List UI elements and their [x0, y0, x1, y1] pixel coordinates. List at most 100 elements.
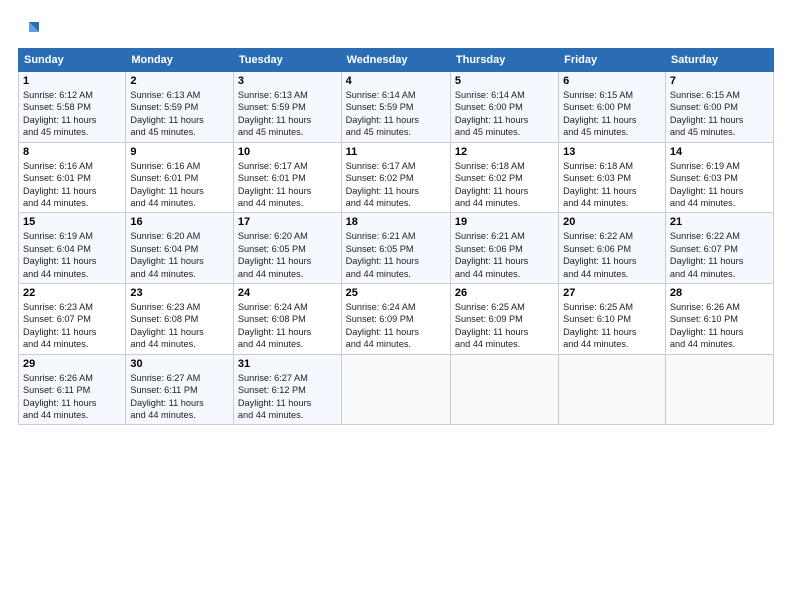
- day-number: 15: [23, 216, 121, 228]
- calendar-cell: 10 Sunrise: 6:17 AM Sunset: 6:01 PM Dayli…: [233, 142, 341, 213]
- calendar-cell: 4 Sunrise: 6:14 AM Sunset: 5:59 PM Daylig…: [341, 72, 450, 143]
- calendar-header-cell: Sunday: [19, 49, 126, 72]
- calendar-cell: 12 Sunrise: 6:18 AM Sunset: 6:02 PM Dayli…: [450, 142, 558, 213]
- calendar-header-cell: Tuesday: [233, 49, 341, 72]
- calendar-cell: 26 Sunrise: 6:25 AM Sunset: 6:09 PM Dayli…: [450, 284, 558, 355]
- calendar-cell: 3 Sunrise: 6:13 AM Sunset: 5:59 PM Daylig…: [233, 72, 341, 143]
- day-info: Sunrise: 6:13 AM Sunset: 5:59 PM Dayligh…: [130, 89, 229, 139]
- day-number: 19: [455, 216, 554, 228]
- day-info: Sunrise: 6:27 AM Sunset: 6:11 PM Dayligh…: [130, 372, 229, 422]
- calendar-cell: 14Sunrise: 6:19 AM Sunset: 6:03 PM Dayli…: [665, 142, 773, 213]
- day-info: Sunrise: 6:21 AM Sunset: 6:06 PM Dayligh…: [455, 230, 554, 280]
- day-info: Sunrise: 6:23 AM Sunset: 6:08 PM Dayligh…: [130, 301, 229, 351]
- calendar-cell: 5Sunrise: 6:14 AM Sunset: 6:00 PM Daylig…: [450, 72, 558, 143]
- day-number: 29: [23, 358, 121, 370]
- day-info: Sunrise: 6:17 AM Sunset: 6:02 PM Dayligh…: [346, 160, 446, 210]
- calendar-cell: [665, 354, 773, 425]
- calendar-cell: 9 Sunrise: 6:16 AM Sunset: 6:01 PM Daylig…: [126, 142, 234, 213]
- day-number: 22: [23, 287, 121, 299]
- calendar-cell: 22Sunrise: 6:23 AM Sunset: 6:07 PM Dayli…: [19, 284, 126, 355]
- logo: [18, 18, 43, 40]
- day-info: Sunrise: 6:21 AM Sunset: 6:05 PM Dayligh…: [346, 230, 446, 280]
- calendar-cell: [559, 354, 666, 425]
- day-number: 9: [130, 146, 229, 158]
- day-number: 7: [670, 75, 769, 87]
- day-info: Sunrise: 6:19 AM Sunset: 6:03 PM Dayligh…: [670, 160, 769, 210]
- day-number: 26: [455, 287, 554, 299]
- day-number: 8: [23, 146, 121, 158]
- calendar-week-row: 29Sunrise: 6:26 AM Sunset: 6:11 PM Dayli…: [19, 354, 774, 425]
- calendar-header-cell: Saturday: [665, 49, 773, 72]
- day-number: 1: [23, 75, 121, 87]
- calendar-cell: 21Sunrise: 6:22 AM Sunset: 6:07 PM Dayli…: [665, 213, 773, 284]
- day-number: 27: [563, 287, 661, 299]
- day-number: 31: [238, 358, 337, 370]
- calendar-header-cell: Monday: [126, 49, 234, 72]
- day-number: 30: [130, 358, 229, 370]
- calendar-cell: 13 Sunrise: 6:18 AM Sunset: 6:03 PM Dayli…: [559, 142, 666, 213]
- calendar-cell: 25 Sunrise: 6:24 AM Sunset: 6:09 PM Dayli…: [341, 284, 450, 355]
- day-info: Sunrise: 6:24 AM Sunset: 6:08 PM Dayligh…: [238, 301, 337, 351]
- day-info: Sunrise: 6:16 AM Sunset: 6:01 PM Dayligh…: [23, 160, 121, 210]
- calendar-cell: 29Sunrise: 6:26 AM Sunset: 6:11 PM Dayli…: [19, 354, 126, 425]
- calendar-cell: 31Sunrise: 6:27 AM Sunset: 6:12 PM Dayli…: [233, 354, 341, 425]
- day-number: 4: [346, 75, 446, 87]
- day-number: 11: [346, 146, 446, 158]
- calendar-cell: 7Sunrise: 6:15 AM Sunset: 6:00 PM Daylig…: [665, 72, 773, 143]
- calendar-cell: [450, 354, 558, 425]
- day-number: 21: [670, 216, 769, 228]
- day-number: 3: [238, 75, 337, 87]
- day-info: Sunrise: 6:16 AM Sunset: 6:01 PM Dayligh…: [130, 160, 229, 210]
- calendar-cell: 17 Sunrise: 6:20 AM Sunset: 6:05 PM Dayli…: [233, 213, 341, 284]
- day-info: Sunrise: 6:15 AM Sunset: 6:00 PM Dayligh…: [563, 89, 661, 139]
- day-info: Sunrise: 6:13 AM Sunset: 5:59 PM Dayligh…: [238, 89, 337, 139]
- day-number: 28: [670, 287, 769, 299]
- day-number: 5: [455, 75, 554, 87]
- day-number: 25: [346, 287, 446, 299]
- day-info: Sunrise: 6:17 AM Sunset: 6:01 PM Dayligh…: [238, 160, 337, 210]
- day-info: Sunrise: 6:18 AM Sunset: 6:03 PM Dayligh…: [563, 160, 661, 210]
- page: SundayMondayTuesdayWednesdayThursdayFrid…: [0, 0, 792, 612]
- calendar-header-row: SundayMondayTuesdayWednesdayThursdayFrid…: [19, 49, 774, 72]
- calendar-cell: 27 Sunrise: 6:25 AM Sunset: 6:10 PM Dayli…: [559, 284, 666, 355]
- day-info: Sunrise: 6:22 AM Sunset: 6:06 PM Dayligh…: [563, 230, 661, 280]
- calendar-cell: 11 Sunrise: 6:17 AM Sunset: 6:02 PM Dayli…: [341, 142, 450, 213]
- day-number: 10: [238, 146, 337, 158]
- calendar-cell: 18 Sunrise: 6:21 AM Sunset: 6:05 PM Dayli…: [341, 213, 450, 284]
- day-number: 18: [346, 216, 446, 228]
- day-number: 23: [130, 287, 229, 299]
- header: [18, 18, 774, 40]
- calendar-cell: 15 Sunrise: 6:19 AM Sunset: 6:04 PM Dayli…: [19, 213, 126, 284]
- day-number: 17: [238, 216, 337, 228]
- day-info: Sunrise: 6:14 AM Sunset: 5:59 PM Dayligh…: [346, 89, 446, 139]
- calendar-cell: 19 Sunrise: 6:21 AM Sunset: 6:06 PM Dayli…: [450, 213, 558, 284]
- calendar-table: SundayMondayTuesdayWednesdayThursdayFrid…: [18, 48, 774, 425]
- day-info: Sunrise: 6:25 AM Sunset: 6:09 PM Dayligh…: [455, 301, 554, 351]
- calendar-cell: 30 Sunrise: 6:27 AM Sunset: 6:11 PM Dayli…: [126, 354, 234, 425]
- calendar-cell: 28 Sunrise: 6:26 AM Sunset: 6:10 PM Dayli…: [665, 284, 773, 355]
- day-info: Sunrise: 6:26 AM Sunset: 6:10 PM Dayligh…: [670, 301, 769, 351]
- calendar-header-cell: Thursday: [450, 49, 558, 72]
- day-number: 13: [563, 146, 661, 158]
- calendar-cell: 20Sunrise: 6:22 AM Sunset: 6:06 PM Dayli…: [559, 213, 666, 284]
- logo-icon: [21, 18, 43, 40]
- day-info: Sunrise: 6:20 AM Sunset: 6:05 PM Dayligh…: [238, 230, 337, 280]
- calendar-cell: 24Sunrise: 6:24 AM Sunset: 6:08 PM Dayli…: [233, 284, 341, 355]
- calendar-cell: 23 Sunrise: 6:23 AM Sunset: 6:08 PM Dayli…: [126, 284, 234, 355]
- day-info: Sunrise: 6:12 AM Sunset: 5:58 PM Dayligh…: [23, 89, 121, 139]
- day-info: Sunrise: 6:24 AM Sunset: 6:09 PM Dayligh…: [346, 301, 446, 351]
- calendar-cell: 16 Sunrise: 6:20 AM Sunset: 6:04 PM Dayli…: [126, 213, 234, 284]
- day-info: Sunrise: 6:19 AM Sunset: 6:04 PM Dayligh…: [23, 230, 121, 280]
- calendar-header-cell: Wednesday: [341, 49, 450, 72]
- calendar-week-row: 15 Sunrise: 6:19 AM Sunset: 6:04 PM Dayli…: [19, 213, 774, 284]
- calendar-cell: 1 Sunrise: 6:12 AM Sunset: 5:58 PM Daylig…: [19, 72, 126, 143]
- calendar-week-row: 1 Sunrise: 6:12 AM Sunset: 5:58 PM Daylig…: [19, 72, 774, 143]
- calendar-week-row: 22Sunrise: 6:23 AM Sunset: 6:07 PM Dayli…: [19, 284, 774, 355]
- day-number: 6: [563, 75, 661, 87]
- calendar-header-cell: Friday: [559, 49, 666, 72]
- day-info: Sunrise: 6:18 AM Sunset: 6:02 PM Dayligh…: [455, 160, 554, 210]
- day-info: Sunrise: 6:25 AM Sunset: 6:10 PM Dayligh…: [563, 301, 661, 351]
- day-number: 12: [455, 146, 554, 158]
- day-info: Sunrise: 6:20 AM Sunset: 6:04 PM Dayligh…: [130, 230, 229, 280]
- day-number: 16: [130, 216, 229, 228]
